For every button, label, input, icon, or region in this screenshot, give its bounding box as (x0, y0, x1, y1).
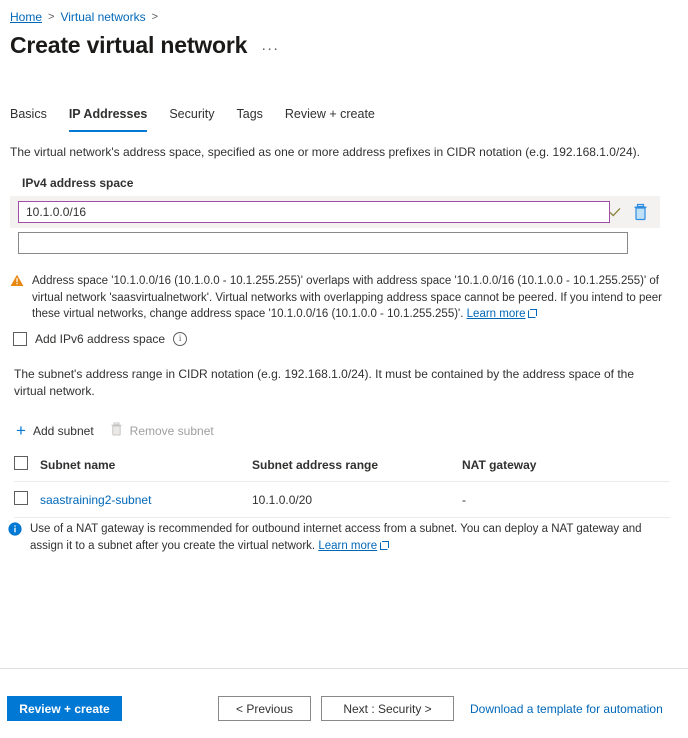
row-select-cell (14, 481, 40, 518)
breadcrumb-separator-icon: > (48, 11, 55, 23)
column-header-subnet-address-range: Subnet address range (252, 450, 462, 482)
info-icon[interactable]: i (173, 332, 188, 346)
warning-message: Address space '10.1.0.0/16 (10.1.0.0 - 1… (32, 275, 662, 320)
delete-address-space-icon[interactable] (632, 203, 649, 221)
row-checkbox[interactable] (14, 491, 28, 505)
more-options-icon[interactable]: ··· (261, 34, 279, 57)
address-space-input-2[interactable] (18, 232, 628, 254)
next-security-button[interactable]: Next : Security > (321, 696, 454, 721)
wizard-tabs: Basics IP Addresses Security Tags Review… (10, 106, 375, 132)
plus-icon: + (16, 420, 26, 440)
page-title: Create virtual network (10, 32, 248, 58)
address-space-description: The virtual network's address space, spe… (10, 145, 640, 159)
download-template-link[interactable]: Download a template for automation (470, 702, 663, 716)
subnet-toolbar: + Add subnet Remove subnet (16, 422, 214, 439)
column-header-subnet-name: Subnet name (40, 450, 252, 482)
external-link-icon (380, 540, 390, 550)
footer-action-bar: Review + create < Previous Next : Securi… (0, 669, 688, 738)
tab-security[interactable]: Security (169, 106, 214, 132)
select-all-checkbox[interactable] (14, 456, 28, 470)
info-icon (8, 521, 22, 554)
column-header-nat-gateway: NAT gateway (462, 450, 670, 482)
previous-button[interactable]: < Previous (218, 696, 311, 721)
ipv4-address-space-label: IPv4 address space (22, 176, 134, 190)
warning-icon (10, 273, 24, 323)
review-create-button[interactable]: Review + create (7, 696, 122, 721)
address-overlap-warning: Address space '10.1.0.0/16 (10.1.0.0 - 1… (10, 273, 672, 323)
cell-nat-gateway: - (462, 481, 670, 518)
subnet-name-link[interactable]: saastraining2-subnet (40, 493, 151, 507)
add-ipv6-label: Add IPv6 address space (35, 332, 166, 346)
add-subnet-label: Add subnet (32, 423, 94, 438)
breadcrumb-item-virtual-networks[interactable]: Virtual networks (60, 9, 145, 25)
breadcrumb: Home > Virtual networks > (10, 9, 158, 25)
add-ipv6-checkbox[interactable] (13, 332, 27, 346)
nat-gateway-info-banner: Use of a NAT gateway is recommended for … (8, 521, 672, 554)
subnet-description: The subnet's address range in CIDR notat… (14, 367, 635, 398)
page-title-row: Create virtual network ··· (10, 31, 279, 59)
breadcrumb-item-home[interactable]: Home (10, 9, 42, 25)
cell-subnet-address-range: 10.1.0.0/20 (252, 481, 462, 518)
cell-subnet-name: saastraining2-subnet (40, 481, 252, 518)
remove-subnet-label: Remove subnet (129, 423, 214, 438)
table-row[interactable]: saastraining2-subnet 10.1.0.0/20 - (14, 481, 670, 518)
info-banner-text: Use of a NAT gateway is recommended for … (30, 521, 672, 554)
tab-review-create[interactable]: Review + create (285, 106, 375, 132)
table-header-row: Subnet name Subnet address range NAT gat… (14, 450, 670, 482)
warning-text: Address space '10.1.0.0/16 (10.1.0.0 - 1… (32, 273, 672, 323)
tab-basics[interactable]: Basics (10, 106, 47, 132)
select-all-header (14, 450, 40, 482)
tab-ip-addresses[interactable]: IP Addresses (68, 106, 148, 132)
breadcrumb-separator-icon-2: > (151, 11, 159, 23)
warning-learn-more-link[interactable]: Learn more (467, 308, 526, 320)
add-ipv6-address-space-row: Add IPv6 address space i (13, 332, 188, 346)
remove-subnet-button: Remove subnet (110, 422, 214, 439)
address-space-input-1[interactable] (18, 201, 610, 223)
trash-icon (110, 422, 123, 439)
tab-tags[interactable]: Tags (237, 106, 263, 132)
info-banner-learn-more-link[interactable]: Learn more (318, 540, 377, 552)
subnet-table: Subnet name Subnet address range NAT gat… (14, 450, 670, 518)
external-link-icon (528, 309, 538, 318)
add-subnet-button[interactable]: + Add subnet (16, 420, 94, 440)
